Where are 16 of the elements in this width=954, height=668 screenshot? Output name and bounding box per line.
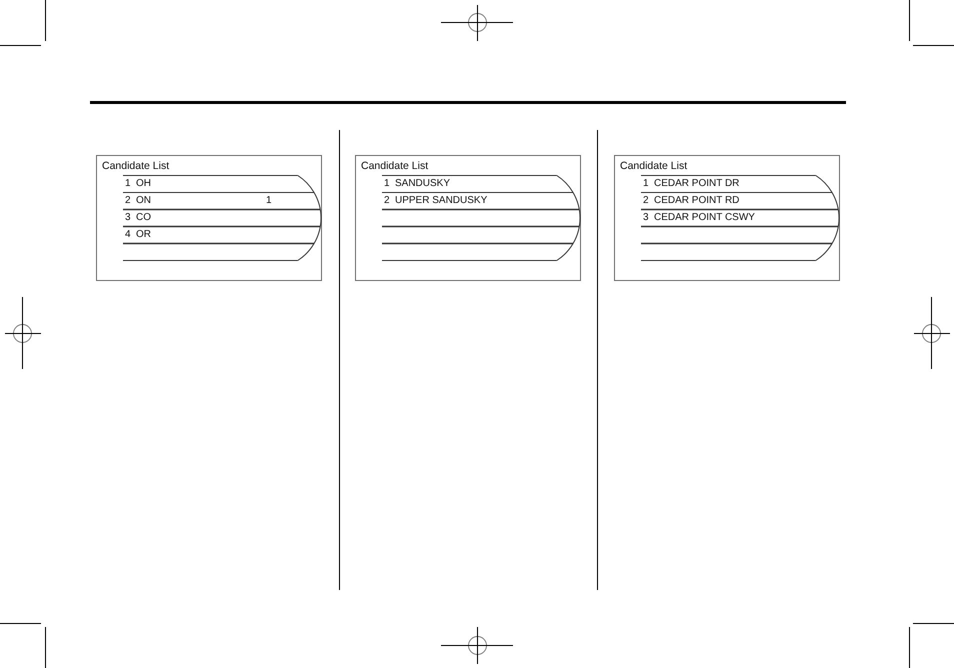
candidate-list-item[interactable]: 2 UPPER SANDUSKY xyxy=(382,192,580,209)
candidate-list-item[interactable]: 4 OR xyxy=(123,226,321,243)
crop-mark xyxy=(0,623,46,668)
panel-title: Candidate List xyxy=(620,160,688,173)
candidate-list-item[interactable]: 1 CEDAR POINT DR xyxy=(641,175,839,192)
crop-mark xyxy=(909,623,954,668)
panel-title: Candidate List xyxy=(361,160,428,173)
crop-mark xyxy=(909,0,954,46)
candidate-list-item[interactable]: 1 SANDUSKY xyxy=(382,175,580,192)
candidate-list-item[interactable]: 3 CO xyxy=(123,209,321,226)
panel-title: Candidate List xyxy=(102,160,170,173)
crop-mark xyxy=(0,0,46,46)
candidate-list-item[interactable]: 2 ON 1 xyxy=(123,192,321,209)
candidate-list-item[interactable]: 3 CEDAR POINT CSWY xyxy=(641,209,839,226)
candidate-list-item[interactable]: 2 CEDAR POINT RD xyxy=(641,192,839,209)
candidate-list-item[interactable]: 1 OH xyxy=(123,175,321,192)
